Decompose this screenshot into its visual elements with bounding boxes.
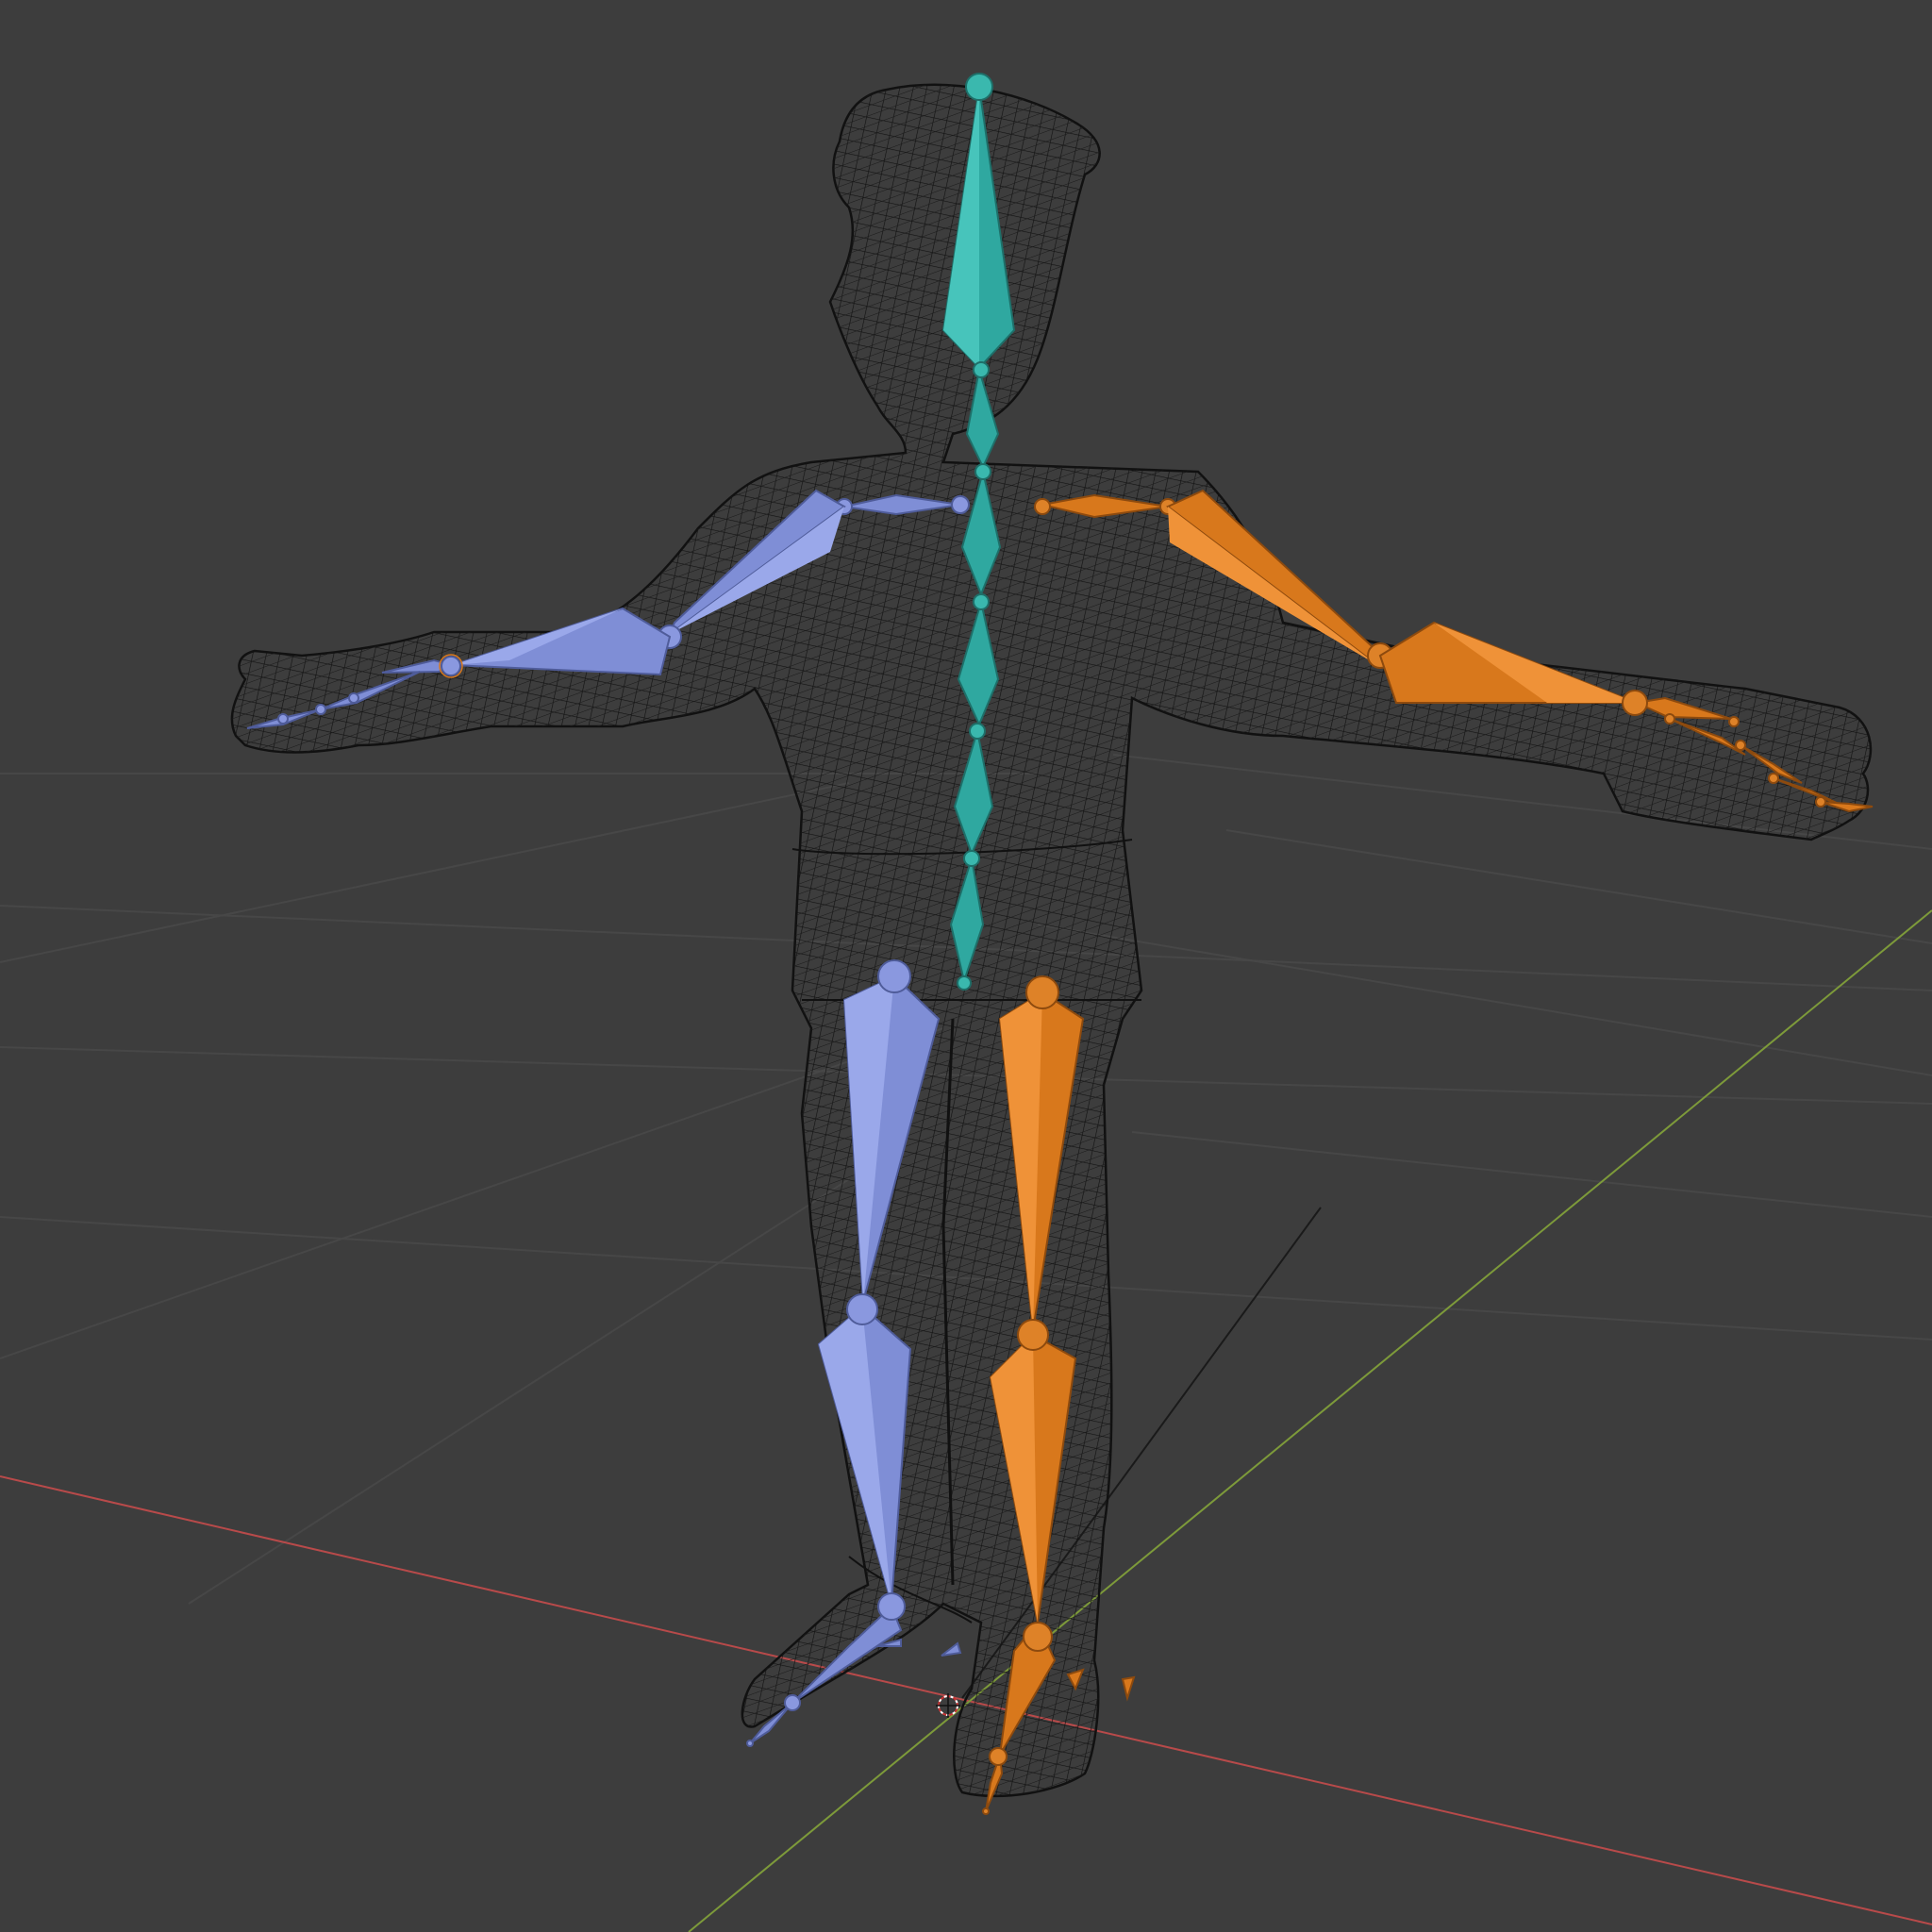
3d-cursor-icon[interactable] bbox=[936, 1693, 960, 1718]
viewport-canvas[interactable] bbox=[0, 0, 1932, 1932]
bone-forearm-right[interactable] bbox=[1378, 621, 1638, 704]
character-wireframe-mesh[interactable] bbox=[230, 83, 1873, 1798]
3d-viewport[interactable] bbox=[0, 0, 1932, 1932]
